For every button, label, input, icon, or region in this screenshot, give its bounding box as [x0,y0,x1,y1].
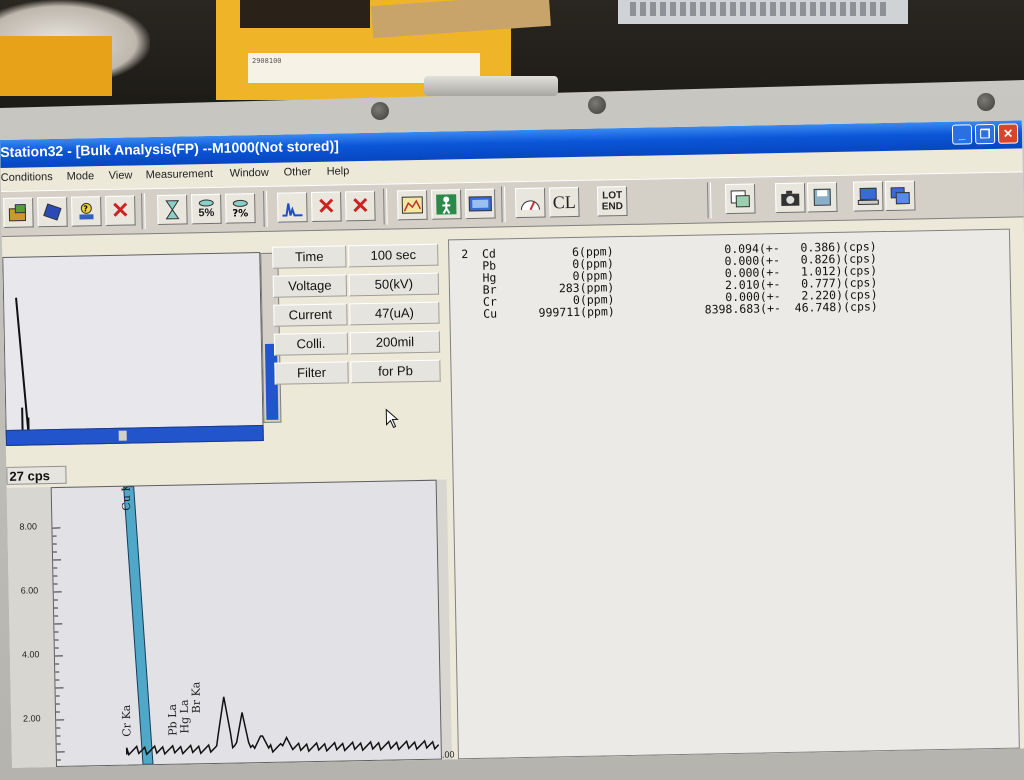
y-tick-8: 8.00 [19,521,37,531]
overview-spectrum [2,252,263,437]
menu-conditions[interactable]: Conditions [1,171,53,184]
app-screen: Station32 - [Bulk Analysis(FP) --M1000(N… [0,120,1024,768]
cancel-icon[interactable]: ✕ [105,195,136,226]
minimize-button[interactable]: _ [952,124,972,144]
toolbar-separator [263,191,268,227]
toolbar-separator [707,182,712,218]
windows-cascade-icon[interactable] [885,180,916,211]
bezel-screw [588,96,606,114]
param-label-voltage: Voltage [273,274,347,297]
lot-end-button[interactable]: LOT END [597,186,628,217]
window-title: Station32 - [Bulk Analysis(FP) --M1000(N… [0,137,339,159]
help-person-icon[interactable]: ? [71,196,102,227]
menu-mode[interactable]: Mode [67,170,95,183]
param-label-time: Time [272,245,346,268]
peak-label: Cu Ka [119,481,133,511]
bezel-screw [977,93,995,111]
svg-text:?: ? [83,204,88,213]
clear-spectrum-icon[interactable]: ✕ [311,191,342,222]
results-panel: 2 Cd 6(ppm) 0.094(+- 0.386)(cps) Pb 0(pp… [448,229,1020,760]
run-icon[interactable] [431,189,462,220]
hourglass-icon[interactable] [157,194,188,225]
menu-window[interactable]: Window [230,167,269,180]
save-disk-icon[interactable] [807,182,838,213]
y-tick-4: 4.00 [22,649,40,659]
param-value-current: 47(uA) [349,302,439,326]
peak-label: Br Ka [189,681,203,713]
bezel-screw [371,102,389,120]
toolbar-separator [383,189,388,225]
scroll-thumb[interactable] [119,431,127,441]
param-value-filter: for Pb [350,360,440,384]
param-label-filter: Filter [274,361,348,384]
chart-icon[interactable] [397,190,428,221]
open-condition-icon[interactable] [3,197,34,228]
spectrum-icon[interactable] [277,192,308,223]
window-switch-icon[interactable] [725,184,756,215]
y-tick-2: 2.00 [23,713,41,723]
gauge-icon[interactable] [515,188,546,219]
background-box-top [240,0,370,28]
spectrum-plot: Cu KaCr KaPb LaHg LaBr Ka [51,480,442,767]
peak-label: Cr Ka [120,704,134,737]
menu-other[interactable]: Other [284,166,312,179]
menu-measurement[interactable]: Measurement [146,168,213,181]
spectrum-svg: Cu KaCr KaPb LaHg LaBr Ka [52,481,441,766]
percent-icon[interactable]: 5% [191,194,222,225]
y-tick-6: 6.00 [21,585,39,595]
param-label-current: Current [273,303,347,326]
ppm-percent-icon[interactable]: ?% [225,193,256,224]
toolbar-separator [501,186,506,222]
percent-label: 5% [198,207,214,219]
mouse-cursor-icon [385,408,399,428]
param-label-colli: Colli. [274,332,348,355]
param-value-voltage: 50(kV) [349,273,439,297]
cl-button[interactable]: CL [549,187,580,218]
close-button[interactable]: ✕ [998,123,1018,143]
clear-peak-icon[interactable]: ✕ [345,191,376,222]
menu-view[interactable]: View [109,169,133,181]
bezel-hinge [424,76,558,96]
overview-spectrum-plot [3,253,262,436]
keyboard-icon[interactable] [465,189,496,220]
cps-label: 27 cps [6,466,66,485]
maximize-button[interactable]: ❐ [975,124,995,144]
sample-icon[interactable] [37,197,68,228]
camera-icon[interactable] [775,183,806,214]
device-grille [630,2,890,16]
computer-icon[interactable] [853,181,884,212]
param-value-colli: 200mil [350,331,440,355]
results-table: 2 Cd 6(ppm) 0.094(+- 0.386)(cps) Pb 0(pp… [461,240,878,320]
menu-help[interactable]: Help [327,165,350,177]
toolbar-separator [141,193,146,229]
background-box-left [0,36,112,96]
svg-text:?%: ?% [232,208,248,219]
param-value-time: 100 sec [348,244,438,268]
